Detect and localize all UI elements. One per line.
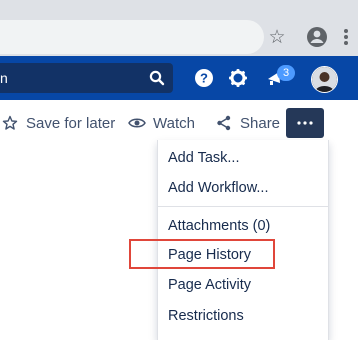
kebab-menu-icon[interactable]	[340, 25, 352, 49]
search-input-value: n	[0, 70, 8, 86]
star-icon[interactable]: ☆	[266, 26, 288, 48]
menu-item-restrictions[interactable]: Restrictions	[168, 306, 244, 326]
svg-text:?: ?	[200, 71, 208, 86]
menu-item-attachments[interactable]: Attachments (0)	[168, 216, 270, 236]
save-for-later-label: Save for later	[26, 114, 116, 132]
eye-icon	[127, 113, 147, 133]
save-for-later-button[interactable]: Save for later	[0, 111, 115, 135]
help-icon[interactable]: ?	[193, 67, 215, 89]
settings-icon[interactable]	[227, 67, 249, 89]
bookmark-icon	[0, 113, 20, 133]
share-icon	[214, 113, 234, 133]
watch-button[interactable]: Watch	[127, 111, 195, 135]
highlight-annotation	[129, 239, 275, 269]
share-button[interactable]: Share	[214, 111, 280, 135]
menu-item-page-activity[interactable]: Page Activity	[168, 275, 251, 295]
menu-item-add-task[interactable]: Add Task...	[168, 148, 239, 168]
menu-divider	[158, 206, 328, 207]
app-header: n ?	[0, 56, 358, 100]
watch-label: Watch	[153, 114, 195, 132]
share-label: Share	[240, 114, 281, 132]
menu-item-add-workflow[interactable]: Add Workflow...	[168, 178, 268, 198]
notification-badge: 3	[277, 65, 295, 81]
address-bar[interactable]	[0, 20, 264, 54]
avatar[interactable]	[311, 66, 338, 93]
browser-toolbar: ☆	[0, 0, 358, 56]
more-actions-button[interactable]	[286, 108, 324, 138]
search-icon[interactable]	[148, 69, 166, 87]
profile-icon[interactable]	[305, 25, 329, 49]
